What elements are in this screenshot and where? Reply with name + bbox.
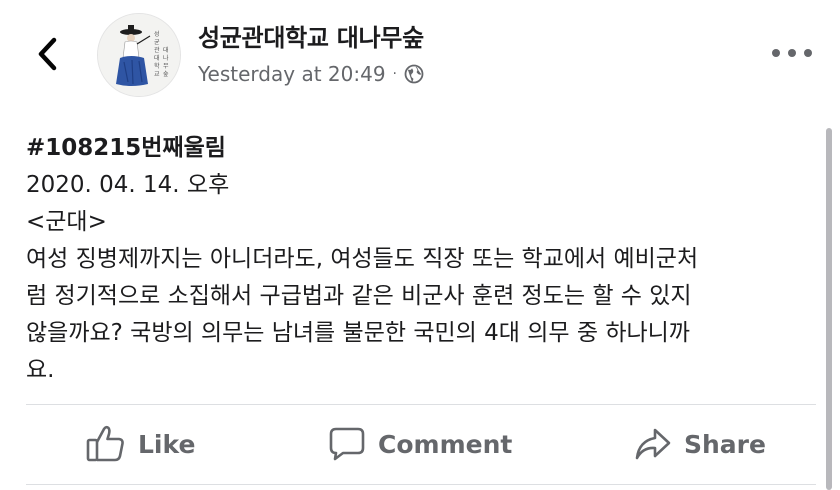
back-button[interactable] (30, 34, 64, 74)
post-content-line: 럼 정기적으로 소집해서 구급법과 같은 비군사 훈련 정도는 할 수 있지 (26, 283, 692, 309)
thumbs-up-icon (86, 425, 124, 462)
svg-text:숲: 숲 (163, 70, 169, 78)
like-label: Like (138, 429, 196, 459)
meta-separator: · (392, 66, 397, 82)
share-arrow-icon (635, 428, 671, 460)
divider (26, 404, 816, 405)
post-content-line: 않을까요? 국방의 의무는 남녀를 불문한 국민의 4대 의무 중 하나니까 (26, 320, 690, 346)
post-date: 2020. 04. 14. 오후 (26, 172, 230, 198)
more-options-button[interactable] (772, 40, 812, 66)
more-dot (804, 49, 812, 57)
svg-text:관: 관 (154, 46, 160, 54)
timestamp[interactable]: Yesterday at 20:49 (198, 62, 386, 86)
svg-text:대: 대 (163, 46, 169, 54)
post-title: #108215번째울림 (26, 135, 226, 161)
svg-text:성: 성 (154, 30, 160, 38)
post-actions: Like Comment Share (0, 410, 840, 480)
post-content-line: 요. (26, 357, 55, 383)
svg-text:무: 무 (163, 63, 169, 70)
comment-bubble-icon (329, 427, 365, 461)
comment-button[interactable]: Comment (328, 422, 512, 466)
chevron-left-icon (38, 37, 57, 71)
post-content-line: 여성 징병제까지는 아니더라도, 여성들도 직장 또는 학교에서 예비군처 (26, 246, 699, 272)
page-name[interactable]: 성균관대학교 대나무숲 (198, 18, 424, 53)
svg-text:균: 균 (154, 39, 160, 46)
svg-text:교: 교 (154, 71, 160, 78)
divider (26, 484, 816, 485)
avatar[interactable]: 성 균 관 대 학 교 대 나 무 숲 (97, 13, 181, 97)
post-meta: Yesterday at 20:49 · (198, 62, 424, 86)
svg-text:학: 학 (154, 62, 160, 70)
svg-text:대: 대 (154, 54, 160, 62)
bamboo-forest-logo: 성 균 관 대 학 교 대 나 무 숲 (98, 14, 180, 96)
share-label: Share (684, 429, 766, 459)
globe-icon[interactable] (404, 64, 424, 84)
more-dot (772, 49, 780, 57)
comment-label: Comment (378, 429, 513, 459)
more-dot (788, 49, 796, 57)
share-button[interactable]: Share (634, 422, 766, 466)
post-text: #108215번째울림 2020. 04. 14. 오후 <군대> 여성 징병제… (26, 130, 814, 389)
like-button[interactable]: Like (86, 422, 195, 466)
post-header: 성 균 관 대 학 교 대 나 무 숲 성균관대학교 대나무숲 Yesterda… (0, 0, 840, 112)
post-category: <군대> (26, 209, 107, 235)
svg-text:나: 나 (163, 54, 169, 62)
